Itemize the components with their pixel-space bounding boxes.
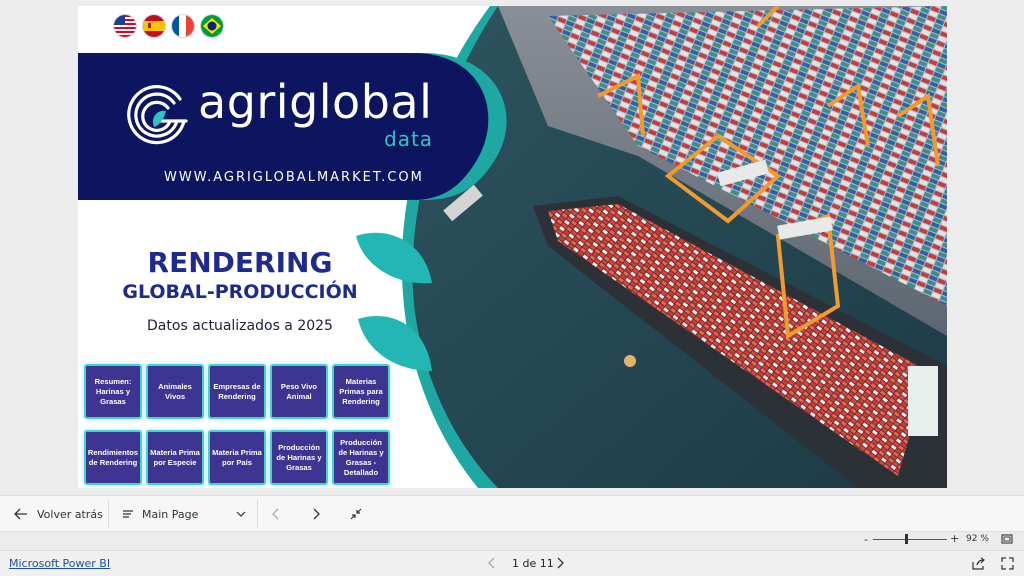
report-subtitle: GLOBAL-PRODUCCIÓN: [122, 281, 358, 303]
zoom-out-button[interactable]: -: [864, 533, 868, 546]
zoom-controls: - + 92 %: [0, 532, 1024, 547]
report-title: RENDERING: [147, 246, 333, 279]
report-canvas: agriglobal data WWW.AGRIGLOBALMARKET.COM…: [78, 6, 947, 488]
brand-website[interactable]: WWW.AGRIGLOBALMARKET.COM: [164, 170, 424, 185]
nav-button-materias-primas[interactable]: Materias Primas para Rendering: [332, 364, 390, 419]
zoom-slider-track[interactable]: [873, 539, 947, 540]
nav-button-empresas[interactable]: Empresas de Rendering: [208, 364, 266, 419]
nav-button-animales-vivos[interactable]: Animales Vivos: [146, 364, 204, 419]
page-list-icon: [123, 510, 133, 518]
nav-button-peso-vivo[interactable]: Peso Vivo Animal: [270, 364, 328, 419]
footer-bar: Microsoft Power BI 1 de 11: [0, 550, 1024, 576]
us-flag-icon[interactable]: [114, 15, 136, 37]
power-bi-link[interactable]: Microsoft Power BI: [9, 557, 110, 570]
page-selector-value: Main Page: [142, 507, 199, 521]
spain-flag-icon[interactable]: [143, 15, 165, 37]
collapse-icon: [350, 508, 362, 520]
nav-button-resumen[interactable]: Resumen: Harinas y Grasas: [84, 364, 142, 419]
nav-button-produccion-detallado[interactable]: Producción de Harinas y Grasas - Detalla…: [332, 430, 390, 485]
nav-button-materia-especie[interactable]: Materia Prima por Especie: [146, 430, 204, 485]
collapse-navigation-button[interactable]: [350, 496, 362, 532]
previous-page-button[interactable]: [272, 496, 280, 532]
report-navigation-buttons: Resumen: Harinas y Grasas Animales Vivos…: [84, 364, 390, 485]
data-updated-label: Datos actualizados a 2025: [147, 318, 333, 334]
agriglobal-logo-icon: [127, 85, 188, 145]
nav-button-materia-pais[interactable]: Materia Prima por País: [208, 430, 266, 485]
back-button-label: Volver atrás: [37, 507, 103, 521]
pager-next-icon[interactable]: [556, 557, 564, 569]
zoom-in-button[interactable]: +: [950, 532, 959, 545]
divider: [108, 500, 109, 528]
share-icon[interactable]: [972, 557, 986, 570]
zoom-slider-thumb[interactable]: [905, 534, 908, 544]
france-flag-icon[interactable]: [172, 15, 194, 37]
chevron-right-icon: [313, 508, 320, 520]
pager-previous-icon[interactable]: [488, 557, 496, 569]
report-navigation-bar: Volver atrás Main Page: [0, 495, 1024, 532]
brazil-flag-icon[interactable]: [201, 15, 223, 37]
nav-button-rendimientos[interactable]: Rendimientos de Rendering: [84, 430, 142, 485]
fullscreen-icon[interactable]: [1001, 557, 1014, 570]
divider: [257, 500, 258, 528]
power-bi-report-viewer: agriglobal data WWW.AGRIGLOBALMARKET.COM…: [0, 0, 1024, 576]
next-page-button[interactable]: [312, 496, 320, 532]
brand-subtitle: data: [384, 127, 434, 151]
back-button[interactable]: Volver atrás: [14, 496, 103, 532]
report-title-block: RENDERING GLOBAL-PRODUCCIÓN Datos actual…: [108, 246, 372, 334]
brand-name: agriglobal: [198, 75, 433, 129]
language-flags: [114, 15, 223, 37]
chevron-down-icon: [236, 511, 246, 517]
arrow-left-icon: [14, 508, 27, 520]
page-selector-dropdown[interactable]: Main Page: [122, 496, 246, 532]
leaf-decoration-top: [356, 232, 432, 284]
fit-to-page-icon[interactable]: [1001, 534, 1013, 544]
nav-button-produccion[interactable]: Producción de Harinas y Grasas: [270, 430, 328, 485]
chevron-left-icon: [272, 508, 279, 520]
brand-panel: agriglobal data WWW.AGRIGLOBALMARKET.COM: [78, 53, 508, 200]
page-counter: 1 de 11: [512, 557, 554, 570]
zoom-level-label: 92 %: [966, 534, 989, 544]
